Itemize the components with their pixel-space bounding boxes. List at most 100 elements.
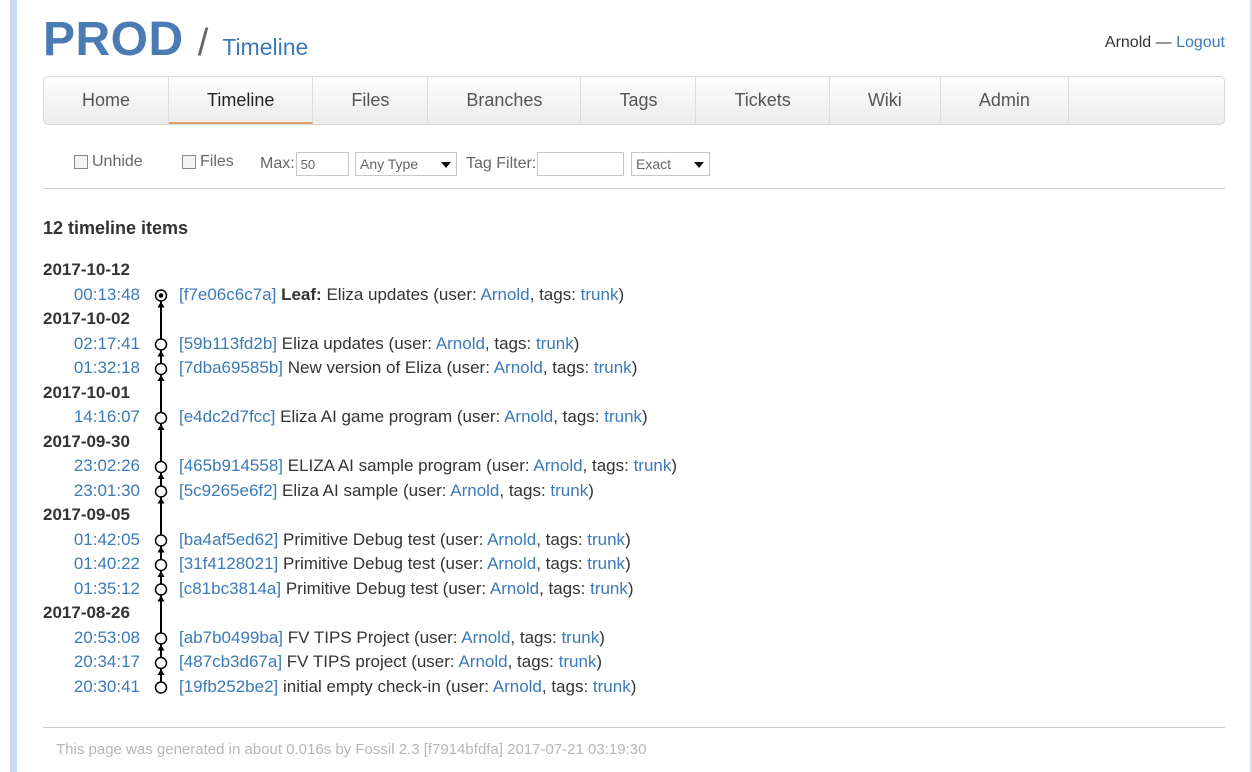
timeline-entry: 00:13:48 [f7e06c6c7a] Leaf: Eliza updates… xyxy=(43,283,1225,307)
timeline-date: 2017-10-02 xyxy=(43,309,130,328)
tag-link[interactable]: trunk xyxy=(604,407,642,426)
user-link[interactable]: Arnold xyxy=(504,407,553,426)
timestamp-link[interactable]: 20:30:41 xyxy=(43,675,140,699)
timeline-entry: 20:34:17 [487cb3d67a] FV TIPS project (us… xyxy=(43,650,1225,674)
check-in-comment: Primitive Debug test xyxy=(283,529,436,549)
check-in-comment: Eliza updates xyxy=(281,333,384,353)
page-title: Timeline xyxy=(222,34,309,60)
tab-timeline[interactable]: Timeline xyxy=(169,77,314,124)
files-checkbox[interactable] xyxy=(182,155,196,169)
chevron-down-icon xyxy=(441,162,451,168)
header: PROD / Timeline Arnold — Logout xyxy=(43,0,1225,76)
check-in-hash-link[interactable]: [ba4af5ed62] xyxy=(179,530,278,549)
timestamp-link[interactable]: 23:01:30 xyxy=(43,479,140,503)
timestamp-link[interactable]: 20:53:08 xyxy=(43,626,140,650)
timeline-count: 12 timeline items xyxy=(43,218,189,238)
check-in-hash-link[interactable]: [59b113fd2b] xyxy=(179,334,277,353)
tag-filter-input[interactable] xyxy=(537,152,625,176)
match-select[interactable]: Exact xyxy=(631,152,710,176)
timestamp-link[interactable]: 02:17:41 xyxy=(43,332,140,356)
tag-link[interactable]: trunk xyxy=(536,334,574,353)
files-toggle[interactable]: Files xyxy=(182,153,234,171)
check-in-hash-link[interactable]: [5c9265e6f2] xyxy=(179,481,277,500)
check-in-hash-link[interactable]: [19fb252be2] xyxy=(179,677,278,696)
user-link[interactable]: Arnold xyxy=(494,358,543,377)
entry-text: [e4dc2d7fcc] Eliza AI game program (user… xyxy=(179,407,648,426)
check-in-hash-link[interactable]: [7dba69585b] xyxy=(179,358,283,377)
unhide-label: Unhide xyxy=(92,153,143,170)
timestamp-link[interactable]: 01:42:05 xyxy=(43,528,140,552)
user-link[interactable]: Arnold xyxy=(461,628,510,647)
username: Arnold xyxy=(1104,34,1152,51)
content: 12 timeline items 2017-10-12 00:13:48 [f7e… xyxy=(43,218,1225,696)
tab-tickets[interactable]: Tickets xyxy=(696,77,830,124)
leaf-label: Leaf: xyxy=(281,284,322,304)
check-in-hash-link[interactable]: [487cb3d67a] xyxy=(179,652,282,671)
check-in-comment: Primitive Debug test xyxy=(285,578,438,598)
max-input[interactable]: 50 xyxy=(295,152,349,176)
tag-link[interactable]: trunk xyxy=(587,554,625,573)
user-link[interactable]: Arnold xyxy=(436,334,485,353)
timestamp-link[interactable]: 01:32:18 xyxy=(43,356,140,380)
timeline-entry: 01:42:05 [ba4af5ed62] Primitive Debug tes… xyxy=(43,528,1225,552)
user-link[interactable]: Arnold xyxy=(458,652,507,671)
title: PROD / Timeline xyxy=(43,12,308,67)
check-in-hash-link[interactable]: [c81bc3814a] xyxy=(179,579,281,598)
tag-link[interactable]: trunk xyxy=(587,530,625,549)
timestamp-link[interactable]: 00:13:48 xyxy=(43,283,140,307)
entry-text: [59b113fd2b] Eliza updates (user: Arnold… xyxy=(179,333,580,353)
match-selected: Exact xyxy=(636,156,672,172)
entry-text: [ba4af5ed62] Primitive Debug test (user:… xyxy=(179,529,631,549)
user-link[interactable]: Arnold xyxy=(487,530,536,549)
project-name: PROD xyxy=(43,13,184,66)
user-link[interactable]: Arnold xyxy=(487,554,536,573)
timeline-date: 2017-10-01 xyxy=(43,382,130,402)
check-in-hash-link[interactable]: [31f4128021] xyxy=(179,554,278,573)
tag-link[interactable]: trunk xyxy=(593,677,631,696)
unhide-checkbox[interactable] xyxy=(74,155,88,169)
entry-text: [487cb3d67a] FV TIPS project (user: Arno… xyxy=(179,652,603,671)
user-link[interactable]: Arnold xyxy=(493,677,542,696)
tab-files[interactable]: Files xyxy=(313,77,429,124)
tag-link[interactable]: trunk xyxy=(550,481,588,500)
tag-link[interactable]: trunk xyxy=(581,285,619,304)
match-control: Exact xyxy=(631,152,710,176)
timestamp-link[interactable]: 01:35:12 xyxy=(43,577,140,601)
tab-wiki[interactable]: Wiki xyxy=(830,77,941,124)
files-label: Files xyxy=(200,153,234,170)
check-in-hash-link[interactable]: [ab7b0499ba] xyxy=(179,628,283,647)
timestamp-link[interactable]: 23:02:26 xyxy=(43,454,140,478)
check-in-comment: FV TIPS project xyxy=(286,652,407,671)
tab-admin[interactable]: Admin xyxy=(941,77,1069,124)
tab-home[interactable]: Home xyxy=(44,77,170,124)
unhide-toggle[interactable]: Unhide xyxy=(74,153,143,171)
entry-text: [31f4128021] Primitive Debug test (user:… xyxy=(179,554,631,573)
tag-link[interactable]: trunk xyxy=(561,628,599,647)
timestamp-link[interactable]: 01:40:22 xyxy=(43,552,140,576)
check-in-hash-link[interactable]: [f7e06c6c7a] xyxy=(179,285,276,304)
user-link[interactable]: Arnold xyxy=(490,579,539,598)
logout-link[interactable]: Logout xyxy=(1176,34,1225,51)
timeline-entry: 14:16:07 [e4dc2d7fcc] Eliza AI game progr… xyxy=(43,405,1225,429)
check-in-hash-link[interactable]: [e4dc2d7fcc] xyxy=(179,407,275,426)
tab-branches[interactable]: Branches xyxy=(428,77,582,124)
tag-link[interactable]: trunk xyxy=(594,358,632,377)
max-control: Max: 50 xyxy=(260,152,349,176)
tag-link[interactable]: trunk xyxy=(590,579,628,598)
tab-tags[interactable]: Tags xyxy=(581,77,697,124)
user-link[interactable]: Arnold xyxy=(533,456,582,475)
user-link[interactable]: Arnold xyxy=(481,285,530,304)
timestamp-link[interactable]: 14:16:07 xyxy=(43,405,140,429)
timestamp-link[interactable]: 20:34:17 xyxy=(43,650,140,674)
tag-link[interactable]: trunk xyxy=(634,456,672,475)
type-select[interactable]: Any Type xyxy=(355,152,457,176)
timeline-entry: 01:40:22 [31f4128021] Primitive Debug tes… xyxy=(43,552,1225,576)
user-link[interactable]: Arnold xyxy=(450,481,499,500)
timeline-entry: 20:30:41 [19fb252be2] initial empty check… xyxy=(43,675,1225,699)
timeline-date: 2017-09-30 xyxy=(43,431,130,451)
check-in-comment: Eliza AI game program xyxy=(280,407,453,426)
tag-link[interactable]: trunk xyxy=(559,652,597,671)
max-label: Max: xyxy=(260,155,295,172)
check-in-hash-link[interactable]: [465b914558] xyxy=(179,456,283,475)
entry-text: [c81bc3814a] Primitive Debug test (user:… xyxy=(179,578,634,598)
